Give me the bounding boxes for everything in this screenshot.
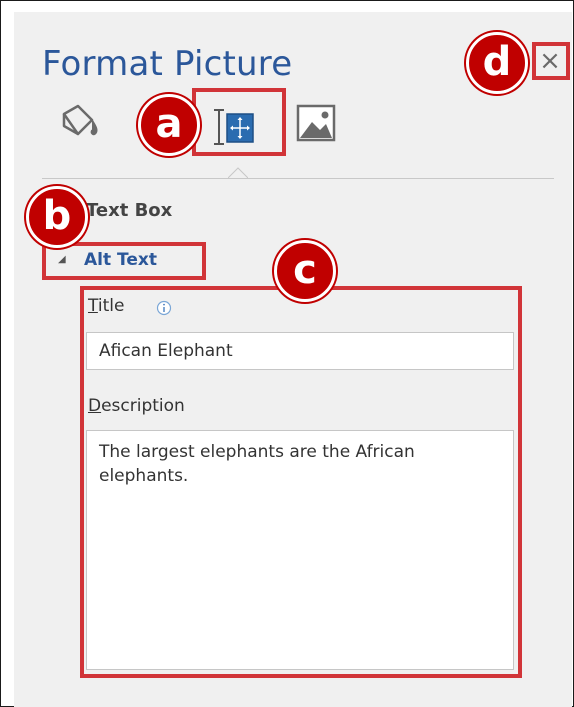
tab-picture[interactable] [292, 100, 340, 146]
picture-icon [296, 104, 336, 142]
annotation-label-a: a [138, 94, 200, 156]
annotation-box-a [192, 88, 286, 156]
annotation-label-b: b [26, 186, 88, 248]
pane-title: Format Picture [42, 44, 293, 84]
annotation-box-d [532, 42, 570, 80]
section-heading-text-box[interactable]: Text Box [86, 200, 172, 221]
annotation-label-c: c [274, 240, 336, 302]
annotation-box-c [80, 286, 522, 678]
selected-tab-pointer [228, 167, 248, 179]
tab-divider [42, 178, 554, 179]
tab-fill-line[interactable] [52, 100, 104, 146]
fill-line-icon [62, 104, 98, 136]
annotation-label-d: d [466, 32, 528, 94]
annotation-box-b [42, 242, 206, 280]
